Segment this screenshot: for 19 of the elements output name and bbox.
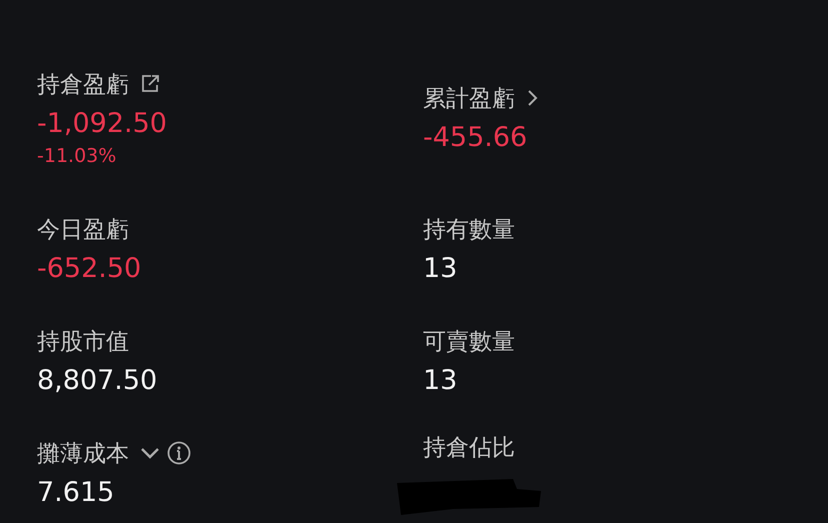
metric-label: 今日盈虧 xyxy=(37,216,129,244)
metric-percent: -11.03% xyxy=(37,144,118,169)
metric-value: -455.66 xyxy=(423,121,528,155)
metric-value: 13 xyxy=(423,252,458,286)
metric-label: 可賣數量 xyxy=(423,328,515,356)
metric-value: 13 xyxy=(423,364,458,398)
metric-value: -652.50 xyxy=(37,252,142,286)
metric-label: 攤薄成本 xyxy=(37,440,129,468)
metric-label: 持股市值 xyxy=(37,328,129,356)
metric-label: 累計盈虧 xyxy=(423,84,515,114)
share-icon[interactable] xyxy=(139,73,161,95)
metric-label: 持倉盈虧 xyxy=(37,70,129,100)
metric-value: 7.615 xyxy=(37,476,116,510)
chevron-down-icon[interactable] xyxy=(139,445,161,461)
metric-value: -1,092.50 xyxy=(37,107,168,141)
metric-label: 持有數量 xyxy=(423,216,515,244)
info-icon[interactable] xyxy=(167,441,191,465)
metric-value: 8,807.50 xyxy=(37,364,158,398)
metric-label: 持倉佔比 xyxy=(423,434,515,462)
